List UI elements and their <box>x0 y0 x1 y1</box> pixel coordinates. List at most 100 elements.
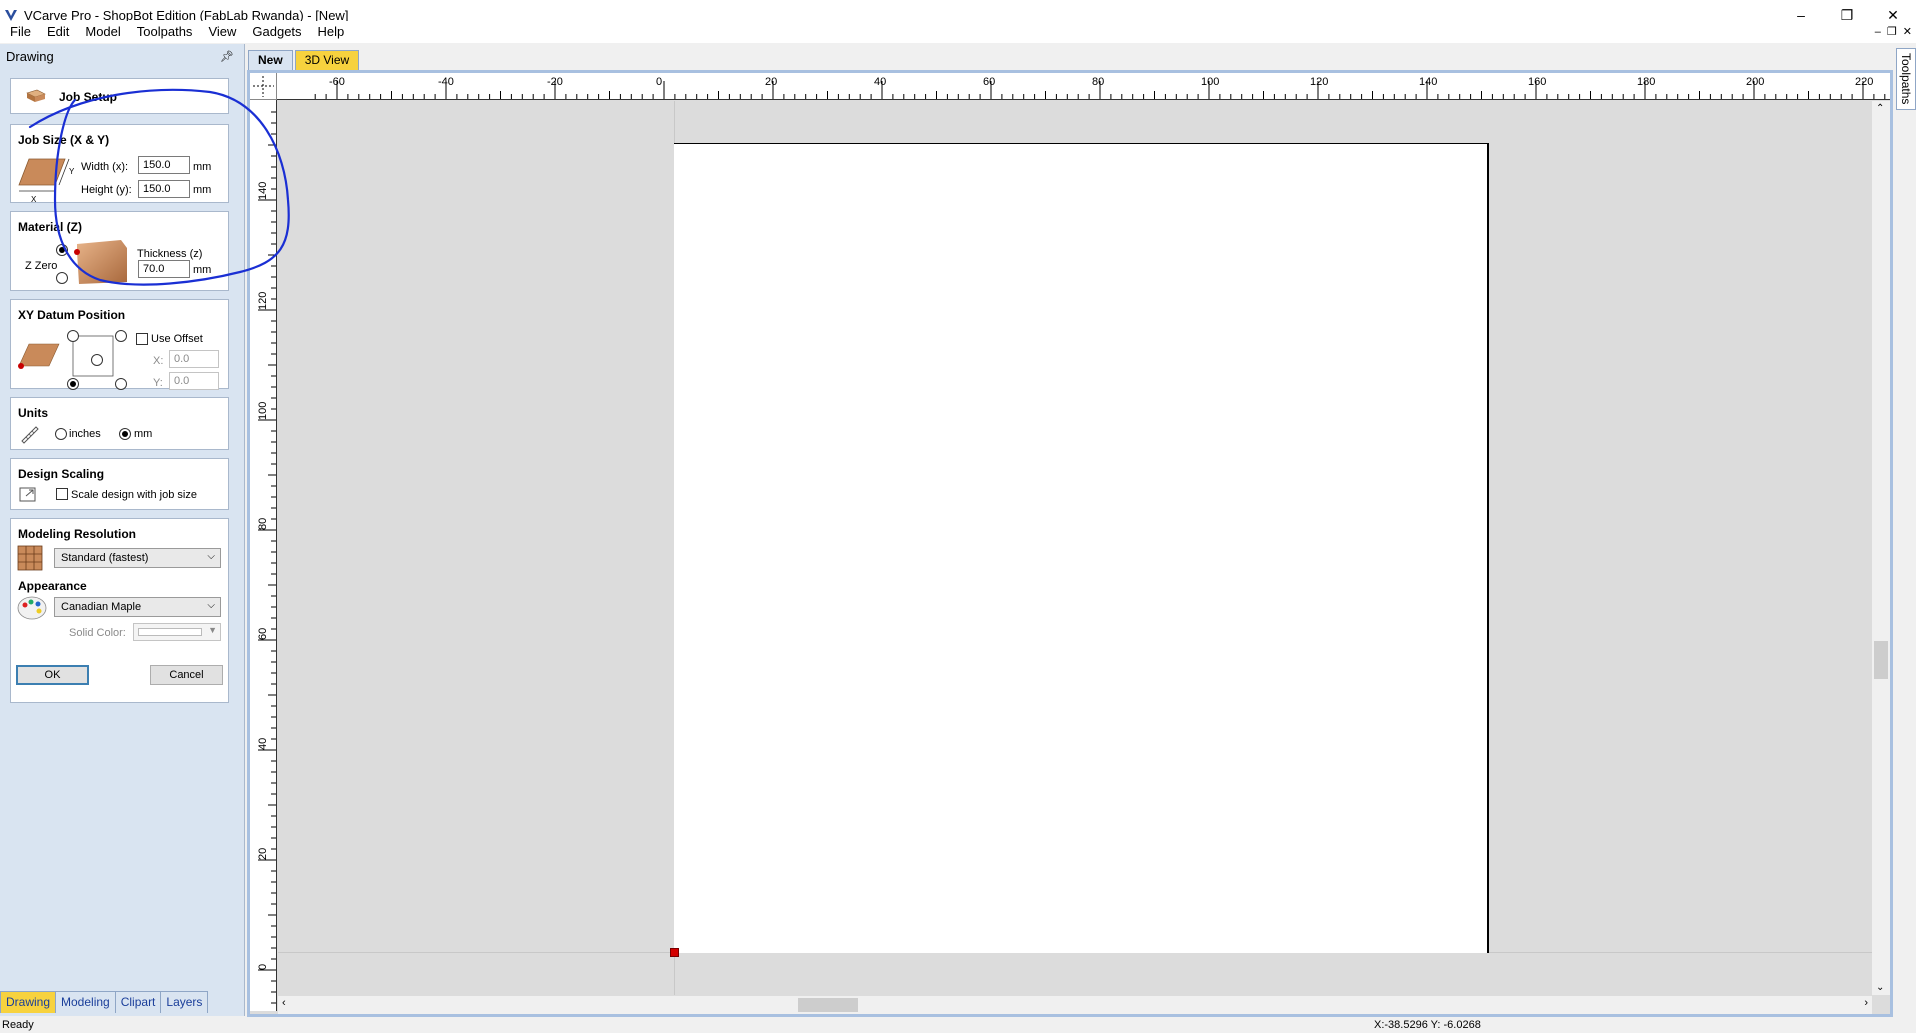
ruler-corner[interactable] <box>250 73 277 100</box>
offset-y-input[interactable]: 0.0 <box>169 372 219 390</box>
h-ruler-label: -60 <box>329 76 345 88</box>
width-input[interactable]: 150.0 <box>138 156 190 174</box>
tab-new[interactable]: New <box>248 50 293 70</box>
menu-file[interactable]: File <box>2 21 39 43</box>
material-sheet[interactable] <box>674 143 1489 953</box>
zzero-label: Z Zero <box>25 260 58 272</box>
drawing-panel: Drawing 📌︎ Job Setup Job Size (X & Y) X … <box>0 44 245 1016</box>
h-ruler-label: 120 <box>1310 76 1328 88</box>
2d-viewport[interactable]: -60 -40 -20 0 20 40 60 80 100 120 140 160 180 200 220 … <box>247 70 1893 1017</box>
datum-top-left-radio[interactable] <box>67 330 79 342</box>
v-ruler-label: 140 <box>257 182 269 200</box>
height-unit: mm <box>193 184 212 196</box>
units-inches-radio[interactable] <box>55 428 67 440</box>
tab-3d-view[interactable]: 3D View <box>294 50 360 70</box>
datum-center-radio[interactable] <box>91 354 103 366</box>
modeling-resolution-title: Modeling Resolution <box>18 527 136 541</box>
axis-x-label: X <box>31 195 37 204</box>
h-ruler-label: 80 <box>1092 76 1104 88</box>
datum-bottom-right-radio[interactable] <box>115 378 127 390</box>
resolution-select[interactable]: Standard (fastest) ⌵ <box>54 548 221 568</box>
job-setup-header: Job Setup <box>10 78 229 114</box>
job-setup-icon <box>26 89 46 102</box>
zzero-top-radio[interactable] <box>56 244 68 256</box>
datum-top-right-radio[interactable] <box>115 330 127 342</box>
units-mm-radio[interactable] <box>119 428 131 440</box>
design-scaling-group: Design Scaling Scale design with job siz… <box>10 458 229 510</box>
ok-button[interactable]: OK <box>16 665 89 685</box>
mdi-restore-button[interactable]: ❐ <box>1887 21 1897 43</box>
offset-x-input[interactable]: 0.0 <box>169 350 219 368</box>
solid-color-label: Solid Color: <box>69 627 126 639</box>
material-group: Material (Z) Z Zero Thickness (z) 70.0 m… <box>10 211 229 291</box>
job-size-title: Job Size (X & Y) <box>18 133 110 147</box>
guide-dots-icon <box>253 76 274 97</box>
xy-datum-group: XY Datum Position Use Offset X: 0.0 Y: 0… <box>10 299 229 390</box>
document-tabs: New 3D View <box>248 50 361 70</box>
tab-layers[interactable]: Layers <box>160 991 209 1013</box>
tab-drawing[interactable]: Drawing <box>0 991 57 1013</box>
job-size-group: Job Size (X & Y) X Y Width (x): 150.0 mm… <box>10 124 229 204</box>
tab-clipart[interactable]: Clipart <box>114 991 162 1013</box>
horizontal-ruler[interactable]: -60 -40 -20 0 20 40 60 80 100 120 140 160 180 200 220 <box>277 73 1890 100</box>
h-ruler-label: 40 <box>874 76 886 88</box>
drawing-canvas[interactable] <box>278 101 1880 995</box>
mdi-minimize-button[interactable]: – <box>1875 21 1881 43</box>
mdi-close-button[interactable]: ✕ <box>1903 21 1912 43</box>
h-ruler-label: 140 <box>1419 76 1437 88</box>
datum-bottom-left-radio[interactable] <box>67 378 79 390</box>
panel-header: Drawing 📌︎ <box>0 44 244 68</box>
h-ruler-label: 220 <box>1855 76 1873 88</box>
vertical-scrollbar[interactable]: ⌃ ⌄ <box>1872 101 1890 995</box>
h-ruler-label: 100 <box>1201 76 1219 88</box>
tab-modeling[interactable]: Modeling <box>55 991 116 1013</box>
status-text: Ready <box>2 1019 34 1031</box>
design-scaling-title: Design Scaling <box>18 467 105 481</box>
menu-toolpaths[interactable]: Toolpaths <box>129 21 201 43</box>
height-input[interactable]: 150.0 <box>138 180 190 198</box>
resolution-selected: Standard (fastest) <box>61 552 149 564</box>
scroll-down-icon[interactable]: ⌄ <box>1876 982 1884 993</box>
cursor-coordinates: X:-38.5296 Y: -6.0268 <box>1374 1019 1481 1031</box>
chevron-down-icon: ⌵ <box>207 600 215 611</box>
offset-x-label: X: <box>153 355 164 367</box>
vertical-ruler[interactable]: 140 120 100 80 60 40 20 0 <box>250 100 277 1011</box>
menu-view[interactable]: View <box>200 21 244 43</box>
toolpaths-side-tab[interactable]: Toolpaths <box>1896 48 1916 110</box>
menu-help[interactable]: Help <box>310 21 353 43</box>
vertical-scroll-thumb[interactable] <box>1874 641 1888 679</box>
menu-gadgets[interactable]: Gadgets <box>244 21 309 43</box>
thickness-input[interactable]: 70.0 <box>138 260 190 278</box>
ruler-icon <box>21 426 39 444</box>
thickness-unit: mm <box>193 264 212 276</box>
axis-y-label: Y <box>69 167 75 176</box>
origin-marker <box>670 948 679 957</box>
scroll-left-icon[interactable]: ‹ <box>282 997 286 1009</box>
use-offset-checkbox[interactable] <box>136 333 148 345</box>
horizontal-scroll-thumb[interactable] <box>798 998 858 1012</box>
width-label: Width (x): <box>81 161 129 173</box>
appearance-select[interactable]: Canadian Maple ⌵ <box>54 597 221 617</box>
panel-tabs: Drawing Modeling Clipart Layers <box>0 991 209 1013</box>
appearance-selected: Canadian Maple <box>61 601 142 613</box>
cancel-button[interactable]: Cancel <box>150 665 223 685</box>
menu-bar: File Edit Model Toolpaths View Gadgets H… <box>0 21 1916 43</box>
scale-design-checkbox[interactable] <box>56 488 68 500</box>
scroll-right-icon[interactable]: › <box>1864 997 1868 1009</box>
zzero-bottom-radio[interactable] <box>56 272 68 284</box>
h-ruler-label: 20 <box>765 76 777 88</box>
pin-icon[interactable]: 📌︎ <box>220 50 234 63</box>
chevron-down-icon: ⌵ <box>207 551 215 562</box>
solid-color-picker[interactable]: ▼ <box>133 623 221 641</box>
scale-design-label: Scale design with job size <box>71 489 197 501</box>
scroll-up-icon[interactable]: ⌃ <box>1876 103 1884 114</box>
v-ruler-label: 80 <box>257 518 269 530</box>
scaling-icon <box>19 487 36 502</box>
menu-model[interactable]: Model <box>77 21 128 43</box>
horizontal-scrollbar[interactable]: ‹ › <box>278 996 1872 1014</box>
h-ruler-label: 200 <box>1746 76 1764 88</box>
job-size-icon <box>18 158 70 192</box>
h-ruler-label: -40 <box>438 76 454 88</box>
units-group: Units inches mm <box>10 397 229 450</box>
menu-edit[interactable]: Edit <box>39 21 77 43</box>
